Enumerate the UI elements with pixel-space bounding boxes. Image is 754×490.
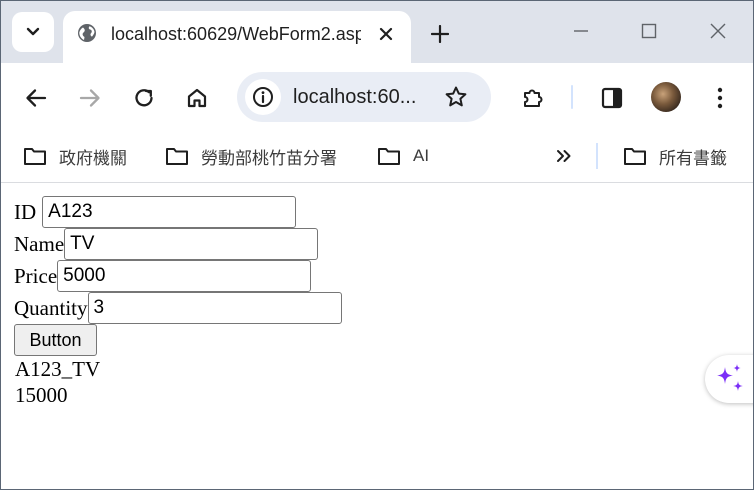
reload-icon [135,89,153,107]
side-panel-button[interactable] [597,83,627,113]
bookmark-label: AI [413,146,430,165]
output-id-name: A123_TV [15,357,101,381]
address-text[interactable]: localhost:60... [293,84,433,110]
sparkle-icon [717,364,743,391]
quantity-row: Quantity [14,292,342,324]
tab-close-button[interactable] [375,23,397,45]
bookmark-label: 政府機關 [59,148,127,168]
bookmark-folder-gov[interactable]: 政府機關 [23,143,127,169]
star-icon [445,86,467,107]
bookmark-folder-labor[interactable]: 勞動部桃竹苗分署 [165,143,337,169]
id-input[interactable] [42,196,297,228]
folder-icon [378,148,400,165]
bookmarks-overflow-button[interactable] [552,143,576,169]
tab-active[interactable]: localhost:60629/WebForm2.aspx [63,11,411,63]
chevron-down-icon [26,27,40,36]
bookmarks-bar: 政府機關 勞動部桃竹苗分署 AI 所有書籤 [1,131,753,183]
price-label: Price [14,264,58,288]
quantity-label: Quantity [14,296,88,320]
forward-button[interactable] [75,83,105,113]
quantity-input[interactable] [87,292,342,324]
bookmarks-separator [596,143,598,169]
bookmark-label: 勞動部桃竹苗分署 [201,148,337,168]
browser-window: localhost:60629/WebForm2.aspx localhost:… [0,0,754,490]
close-icon [379,27,393,41]
arrow-left-icon [26,89,47,107]
minimize-button[interactable] [569,19,593,43]
maximize-icon [641,23,657,39]
name-label: Name [14,232,65,256]
toolbar-separator [571,85,573,109]
extensions-button[interactable] [518,83,548,113]
address-bar[interactable]: localhost:60... [237,72,491,122]
close-icon [710,23,726,39]
profile-avatar[interactable] [651,82,681,112]
tab-search-button[interactable] [12,12,54,52]
gemini-button[interactable] [705,355,753,403]
bookmark-star-button[interactable] [443,84,469,110]
tab-title: localhost:60629/WebForm2.aspx [111,24,361,44]
price-row: Price [14,260,312,292]
folder-icon [24,148,46,165]
id-row: ID [14,196,297,228]
puzzle-icon [524,89,543,107]
browser-menu-button[interactable] [705,83,735,113]
globe-icon [78,24,96,42]
minimize-icon [574,30,588,32]
site-info-button[interactable] [245,79,281,115]
folder-icon [624,148,646,165]
tab-strip: localhost:60629/WebForm2.aspx [1,1,753,63]
back-button[interactable] [21,83,51,113]
submit-button[interactable]: Button [14,324,97,356]
new-tab-button[interactable] [427,21,453,47]
price-input[interactable] [57,260,312,292]
home-button[interactable] [182,83,212,113]
all-bookmarks-folder[interactable]: 所有書籤 [623,143,727,169]
side-panel-icon [601,87,623,109]
page-content: ID Name Price Quantity Button A123_TV 15… [1,184,753,489]
double-chevron-icon [557,150,571,162]
plus-icon [431,25,449,43]
browser-toolbar: localhost:60... [1,63,753,131]
home-icon [187,88,207,108]
arrow-right-icon [79,89,100,107]
name-row: Name [14,228,319,260]
folder-icon [166,148,188,165]
bookmark-label: 所有書籤 [659,148,727,168]
info-icon [253,87,273,107]
bookmark-folder-ai[interactable]: AI [377,143,429,169]
maximize-button[interactable] [637,19,661,43]
name-input[interactable] [64,228,319,260]
window-close-button[interactable] [706,19,730,43]
output-total: 15000 [15,383,68,407]
id-label: ID [14,200,37,224]
reload-button[interactable] [129,83,159,113]
kebab-menu-icon [717,87,723,109]
